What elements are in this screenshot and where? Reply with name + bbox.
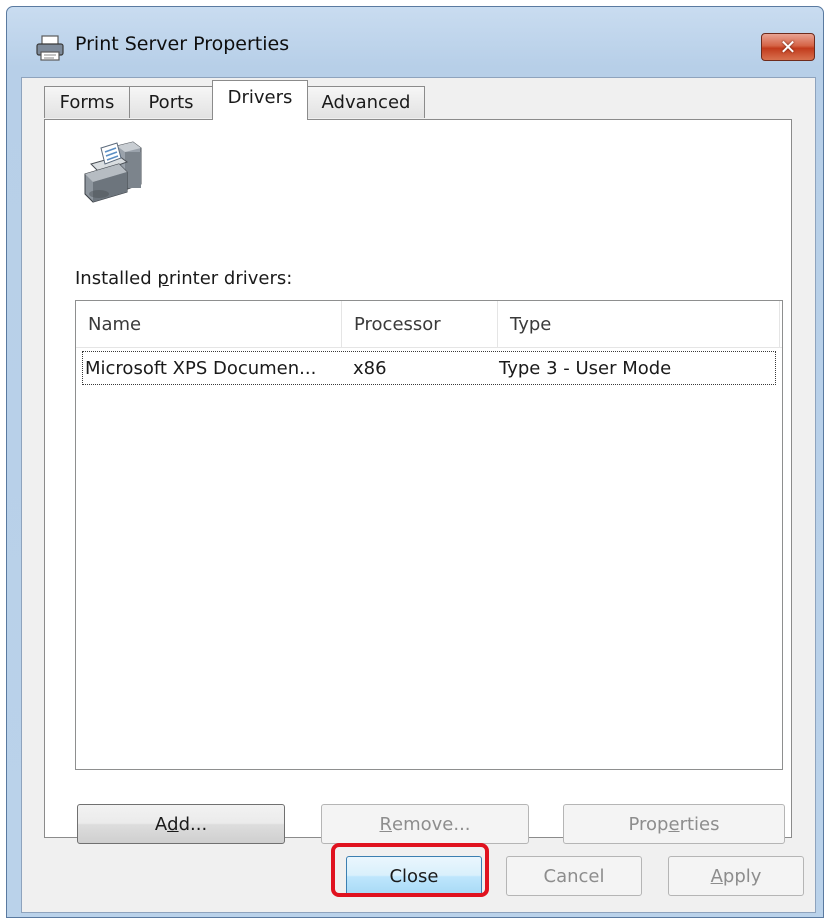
window-close-button[interactable]: ✕ [761, 33, 815, 61]
add-driver-button[interactable]: Ad d... [77, 804, 285, 844]
list-header: Name Processor Type [76, 301, 782, 348]
row-processor-cell: x86 [353, 357, 387, 379]
close-button-highlight [331, 843, 489, 897]
tab-forms[interactable]: Forms [44, 86, 130, 118]
server-printer-icon [84, 141, 142, 203]
installed-drivers-label-text-b: rinter drivers: [168, 268, 293, 289]
apply-button-label: pply [722, 865, 762, 887]
apply-button[interactable]: Apply [668, 856, 804, 896]
row-type-cell: Type 3 - User Mode [499, 357, 672, 379]
tab-drivers[interactable]: Drivers [212, 80, 308, 120]
properties-button-text-a: Prop [628, 813, 669, 835]
add-button-text-b: d... [178, 813, 208, 835]
installed-drivers-label-text-a: Installed [75, 268, 158, 289]
remove-button-accel: R [379, 813, 392, 835]
column-header-processor[interactable]: Processor [342, 301, 498, 347]
title-bar[interactable]: Print Server Properties ✕ [7, 7, 823, 81]
tab-advanced-label: Advanced [321, 92, 411, 113]
row-name-cell: Microsoft XPS Documen... [85, 357, 317, 379]
dialog-client-area: Forms Ports Drivers Advanced Installed p… [21, 77, 816, 913]
tab-forms-label: Forms [59, 92, 115, 113]
column-header-type-label: Type [510, 313, 552, 335]
window-title: Print Server Properties [75, 33, 290, 55]
tab-ports-label: Ports [148, 92, 194, 113]
cancel-button-label: Cancel [543, 865, 605, 887]
close-icon: ✕ [779, 35, 797, 59]
installed-drivers-list[interactable]: Name Processor Type Microsoft XPS Docume… [75, 300, 783, 770]
add-button-text-a: A [154, 813, 168, 835]
tab-advanced[interactable]: Advanced [307, 86, 425, 118]
column-header-name[interactable]: Name [76, 301, 342, 347]
drivers-tab-page: Installed printer drivers: Name Processo… [44, 119, 792, 844]
printer-icon [36, 35, 64, 61]
print-server-properties-window: Print Server Properties ✕ Forms Ports Dr… [6, 6, 824, 918]
remove-driver-button[interactable]: Remove... [321, 804, 529, 844]
remove-button-text: emove... [392, 813, 471, 835]
apply-button-accel: A [710, 865, 723, 887]
column-header-name-label: Name [88, 313, 142, 335]
table-row[interactable]: Microsoft XPS Documen... x86 Type 3 - Us… [82, 351, 776, 385]
installed-drivers-label-accel: p [157, 268, 169, 289]
installed-drivers-label: Installed printer drivers: [75, 268, 292, 289]
column-header-type[interactable]: Type [498, 301, 780, 347]
properties-button-text-b: rties [679, 813, 720, 835]
driver-properties-button[interactable]: Prop e rties [563, 804, 785, 844]
cancel-button[interactable]: Cancel [506, 856, 642, 896]
tab-drivers-label: Drivers [227, 87, 293, 108]
properties-button-accel: e [668, 813, 680, 835]
add-button-accel: d [167, 813, 179, 835]
column-header-processor-label: Processor [354, 313, 441, 335]
tab-ports[interactable]: Ports [129, 86, 213, 118]
